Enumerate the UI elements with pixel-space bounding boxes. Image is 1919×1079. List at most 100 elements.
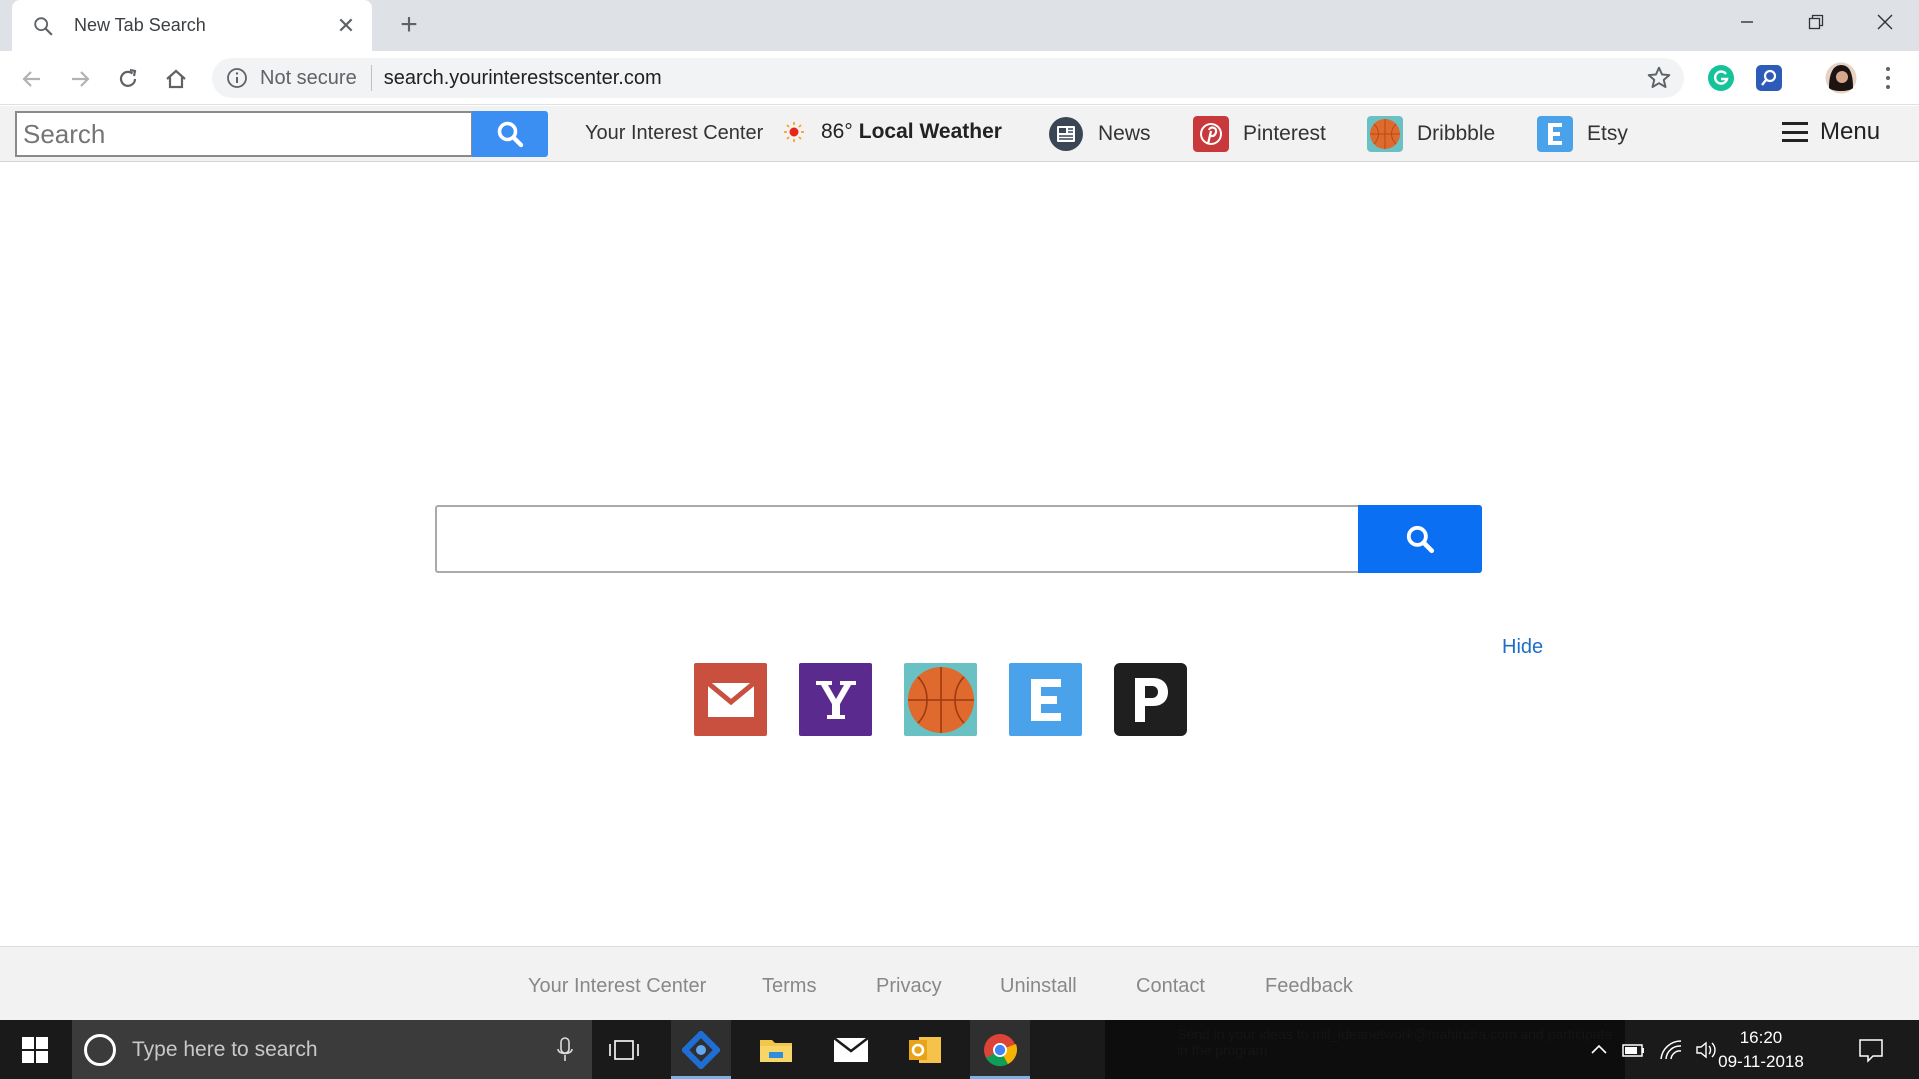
chrome-menu-button[interactable] — [1878, 64, 1898, 92]
windows-logo-icon — [22, 1036, 48, 1063]
volume-icon[interactable] — [1694, 1037, 1720, 1063]
main-search-button[interactable] — [1358, 505, 1482, 573]
brand-link[interactable]: Your Interest Center — [585, 122, 763, 145]
new-tab-button[interactable]: + — [392, 8, 426, 42]
menu-label: Menu — [1820, 118, 1881, 145]
close-tab-button[interactable]: ✕ — [334, 13, 358, 39]
taskbar-app-teams[interactable] — [671, 1020, 731, 1079]
dribbble-icon — [1367, 116, 1403, 152]
system-clock[interactable]: 16:20 09-11-2018 — [1718, 1026, 1804, 1074]
etsy-icon — [1537, 116, 1573, 152]
back-button[interactable] — [16, 63, 48, 95]
footer-link-contact[interactable]: Contact — [1136, 975, 1205, 998]
notifications-icon[interactable] — [1857, 1036, 1885, 1064]
restore-button[interactable] — [1782, 0, 1850, 44]
taskbar-app-file-explorer[interactable] — [746, 1020, 806, 1079]
banner-text: Send in your ideas to mil_ideanetwork@ma… — [1177, 1026, 1613, 1058]
weather-temperature: 86° — [821, 120, 853, 143]
close-window-button[interactable] — [1851, 0, 1919, 44]
header-search-input[interactable] — [15, 111, 473, 157]
security-status[interactable]: Not secure — [260, 65, 372, 91]
clock-date: 09-11-2018 — [1718, 1052, 1804, 1071]
header-search-button[interactable] — [472, 111, 548, 157]
chrome-icon — [984, 1033, 1017, 1066]
close-icon — [1877, 14, 1893, 30]
nav-link-label: Dribbble — [1417, 122, 1496, 145]
nav-link-pinterest[interactable]: Pinterest — [1193, 116, 1326, 152]
forward-arrow-icon — [72, 71, 90, 87]
home-button[interactable] — [160, 63, 192, 95]
taskbar-search-box[interactable]: Type here to search — [72, 1020, 592, 1079]
minimize-button[interactable] — [1713, 0, 1781, 44]
search-icon — [497, 121, 524, 148]
cortana-icon — [84, 1033, 116, 1066]
nav-link-label: Etsy — [1587, 122, 1628, 145]
task-view-button[interactable] — [594, 1020, 654, 1079]
weather-label: Local Weather — [858, 120, 1002, 143]
news-icon — [1049, 117, 1083, 151]
back-arrow-icon — [22, 71, 40, 87]
etsy-tile[interactable] — [1009, 663, 1082, 736]
start-button[interactable] — [0, 1020, 70, 1079]
site-header: Your Interest Center 86° Local Weather N… — [0, 106, 1919, 162]
address-bar[interactable]: Not secure search.yourinterestscenter.co… — [212, 58, 1684, 98]
tab-strip: New Tab Search ✕ + — [0, 0, 1919, 51]
quick-link-tiles — [694, 663, 1187, 736]
weather-widget[interactable]: 86° Local Weather — [783, 120, 1002, 144]
site-menu-button[interactable]: Menu — [1782, 118, 1880, 146]
forward-button[interactable] — [64, 63, 96, 95]
gmail-tile[interactable] — [694, 663, 767, 736]
pinterest-icon — [1193, 116, 1229, 152]
hide-tiles-link[interactable]: Hide — [1502, 636, 1543, 659]
footer-link-privacy[interactable]: Privacy — [876, 975, 942, 998]
taskbar-banner: Send in your ideas to mil_ideanetwork@ma… — [1105, 1020, 1625, 1079]
mail-icon — [833, 1036, 869, 1062]
reload-icon — [119, 68, 137, 87]
sun-icon — [784, 122, 804, 142]
chevron-up-icon[interactable] — [1586, 1037, 1612, 1063]
yahoo-icon — [815, 680, 856, 719]
clock-time: 16:20 — [1739, 1028, 1783, 1047]
nav-link-etsy[interactable]: Etsy — [1537, 116, 1628, 152]
footer-link-feedback[interactable]: Feedback — [1265, 975, 1353, 998]
hamburger-icon — [1782, 122, 1808, 142]
taskbar-app-chrome[interactable] — [970, 1020, 1030, 1079]
main-search-input[interactable] — [435, 505, 1359, 573]
tab-title: New Tab Search — [74, 15, 206, 35]
footer-link-your-interest-center[interactable]: Your Interest Center — [528, 975, 706, 998]
search-icon — [34, 16, 53, 35]
nav-link-dribbble[interactable]: Dribbble — [1367, 116, 1495, 152]
footer-link-uninstall[interactable]: Uninstall — [1000, 975, 1077, 998]
etsy-letter-icon — [1030, 678, 1061, 721]
bookmark-star-icon[interactable] — [1646, 65, 1672, 91]
microphone-icon[interactable] — [556, 1036, 574, 1063]
home-icon — [166, 69, 186, 89]
wifi-icon[interactable] — [1658, 1037, 1684, 1063]
battery-icon[interactable] — [1621, 1037, 1647, 1063]
nav-link-news[interactable]: News — [1048, 116, 1151, 152]
pandora-tile[interactable] — [1114, 663, 1187, 736]
taskbar-search-placeholder: Type here to search — [132, 1037, 318, 1061]
dribbble-tile[interactable] — [904, 663, 977, 736]
basketball-icon — [907, 666, 974, 733]
windows-taskbar: Type here to search Send in your ideas t… — [0, 1020, 1919, 1079]
search-extension-icon[interactable] — [1755, 64, 1783, 92]
url-text[interactable]: search.yourinterestscenter.com — [384, 67, 662, 90]
profile-avatar[interactable] — [1825, 62, 1857, 94]
taskbar-app-mail[interactable] — [821, 1020, 881, 1079]
nav-link-label: News — [1098, 122, 1151, 145]
info-icon — [227, 68, 247, 88]
mail-icon — [705, 680, 756, 717]
grammarly-extension-icon[interactable] — [1707, 64, 1735, 92]
nav-link-label: Pinterest — [1243, 122, 1326, 145]
outlook-icon — [909, 1036, 941, 1063]
reload-button[interactable] — [112, 63, 144, 95]
folder-icon — [760, 1039, 792, 1062]
yahoo-tile[interactable] — [799, 663, 872, 736]
taskbar-app-outlook[interactable] — [895, 1020, 955, 1079]
browser-toolbar: Not secure search.yourinterestscenter.co… — [0, 51, 1919, 105]
footer-link-terms[interactable]: Terms — [762, 975, 816, 998]
browser-tab[interactable]: New Tab Search ✕ — [12, 0, 372, 51]
pandora-icon — [1134, 677, 1168, 722]
task-view-icon — [609, 1039, 639, 1060]
